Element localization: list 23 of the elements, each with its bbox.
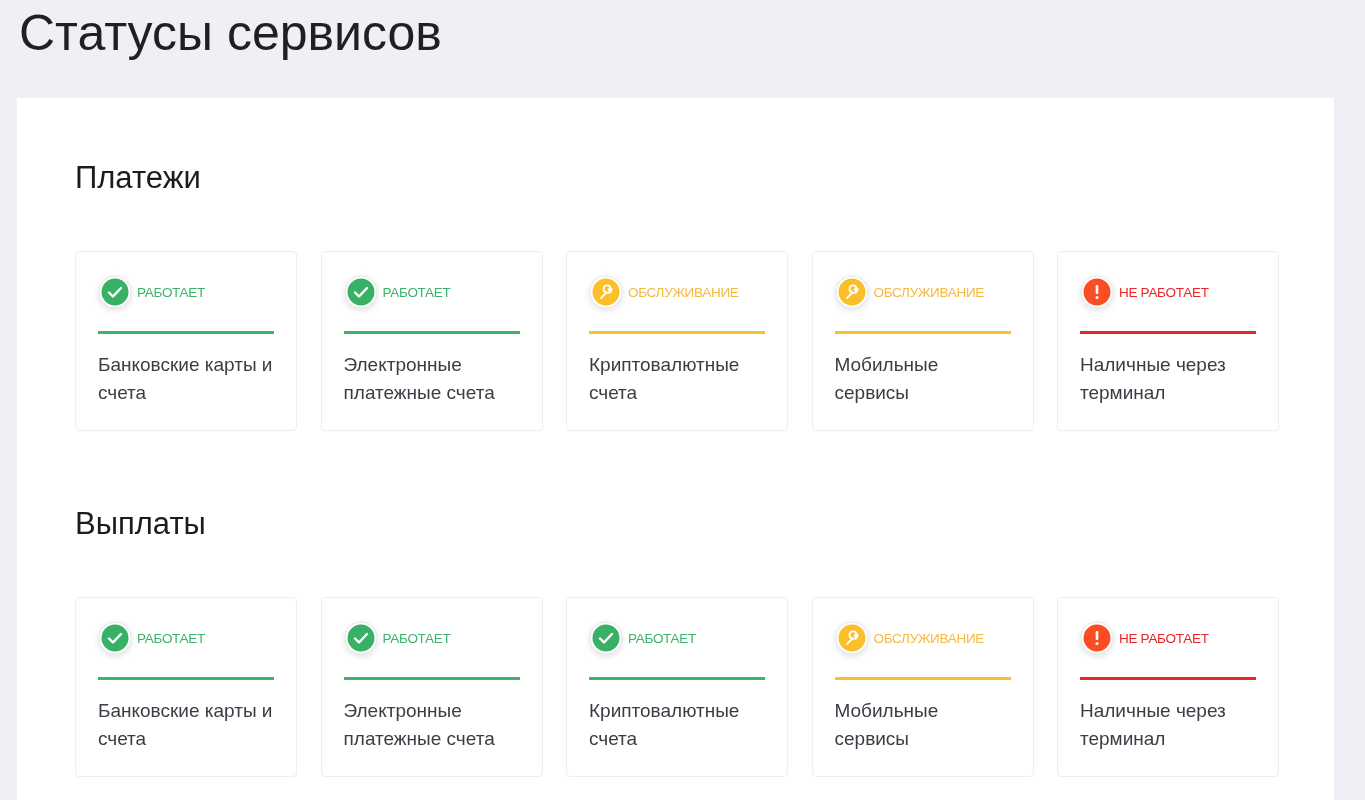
status-label: ОБСЛУЖИВАНИЕ (628, 284, 739, 300)
service-name: Электронные платежные счета (343, 353, 496, 405)
service-name: Наличные через терминал (1080, 699, 1227, 751)
status-label: ОБСЛУЖИВАНИЕ (873, 630, 985, 646)
section-title: Выплаты (75, 505, 207, 543)
status-label: РАБОТАЕТ (382, 630, 451, 646)
status-label: РАБОТАЕТ (628, 630, 696, 646)
status-label: РАБОТАЕТ (137, 630, 205, 646)
status-label: РАБОТАЕТ (382, 284, 451, 300)
status-label: РАБОТАЕТ (137, 284, 205, 300)
service-name: Банковские карты и счета (98, 699, 274, 751)
service-name: Электронные платежные счета (343, 699, 496, 751)
service-name: Криптовалютные счета (589, 699, 741, 751)
page-title: Статусы сервисов (18, 4, 443, 63)
service-name: Мобильные сервисы (834, 353, 940, 405)
service-name: Банковские карты и счета (98, 353, 274, 405)
section-title: Платежи (75, 159, 202, 197)
service-name: Мобильные сервисы (834, 699, 940, 751)
service-name: Криптовалютные счета (589, 353, 741, 405)
service-name: Наличные через терминал (1080, 353, 1227, 405)
status-label: НЕ РАБОТАЕТ (1119, 284, 1209, 300)
status-label: НЕ РАБОТАЕТ (1119, 630, 1209, 646)
status-label: ОБСЛУЖИВАНИЕ (873, 284, 985, 300)
